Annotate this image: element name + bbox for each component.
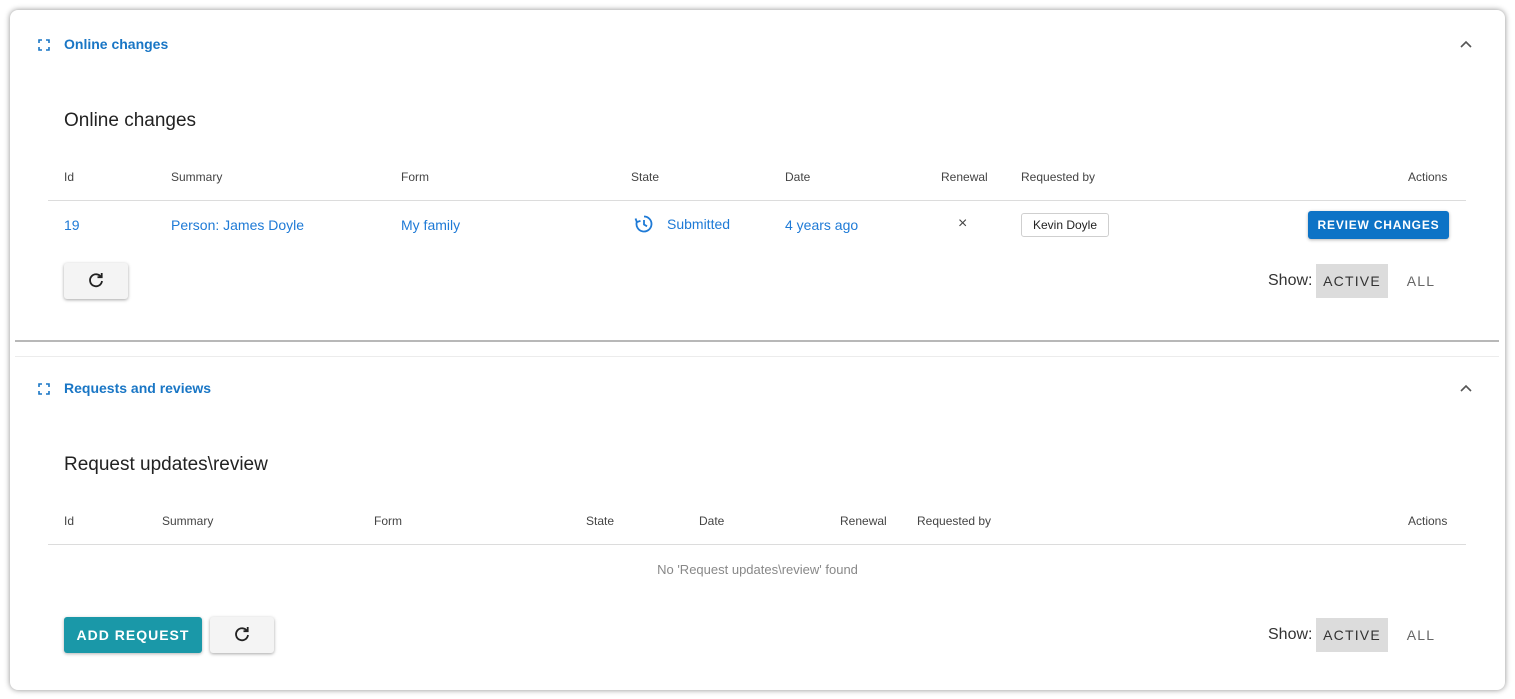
column-header-id[interactable]: Id	[64, 514, 74, 528]
column-header-actions: Actions	[1408, 514, 1448, 528]
column-header-state[interactable]: State	[586, 514, 614, 528]
column-header-summary[interactable]: Summary	[162, 514, 213, 528]
row-date-link[interactable]: 4 years ago	[785, 217, 858, 233]
column-header-date[interactable]: Date	[699, 514, 724, 528]
chevron-up-icon[interactable]	[1459, 39, 1473, 49]
filter-all-toggle[interactable]: ALL	[1385, 264, 1457, 298]
column-header-requested-by[interactable]: Requested by	[1021, 170, 1095, 184]
column-header-form[interactable]: Form	[401, 170, 429, 184]
column-header-actions: Actions	[1408, 170, 1448, 184]
refresh-button[interactable]	[64, 263, 128, 299]
column-header-requested-by[interactable]: Requested by	[917, 514, 991, 528]
refresh-icon	[235, 627, 249, 642]
column-header-renewal[interactable]: Renewal	[941, 170, 988, 184]
table-header-divider	[48, 544, 1466, 545]
clock-history-icon	[634, 215, 653, 233]
add-request-button[interactable]: ADD REQUEST	[64, 617, 202, 653]
column-header-id[interactable]: Id	[64, 170, 74, 184]
column-header-form[interactable]: Form	[374, 514, 402, 528]
row-form-link[interactable]: My family	[401, 217, 460, 233]
filter-all-toggle[interactable]: ALL	[1385, 618, 1457, 652]
table-title-online-changes: Online changes	[64, 110, 197, 131]
column-header-renewal[interactable]: Renewal	[840, 514, 887, 528]
refresh-icon	[89, 273, 103, 288]
table-title-requests: Request updates\review	[64, 454, 268, 475]
main-card: Online changes Online changes Id Summary…	[10, 10, 1505, 690]
expand-icon[interactable]	[38, 383, 50, 395]
requests-reviews-section: Requests and reviews Request updates\rev…	[10, 354, 1505, 690]
filter-active-toggle[interactable]: ACTIVE	[1316, 264, 1388, 298]
column-header-date[interactable]: Date	[785, 170, 810, 184]
requested-by-chip: Kevin Doyle	[1021, 213, 1109, 237]
chevron-up-icon[interactable]	[1459, 383, 1473, 393]
expand-icon[interactable]	[38, 39, 50, 51]
table-header-divider	[48, 200, 1466, 201]
refresh-button[interactable]	[210, 617, 274, 653]
show-filter-label: Show:	[1268, 272, 1313, 289]
row-id-link[interactable]: 19	[64, 217, 80, 233]
section-divider	[15, 340, 1499, 342]
empty-table-message: No 'Request updates\review' found	[657, 562, 858, 577]
online-changes-section: Online changes Online changes Id Summary…	[10, 10, 1505, 342]
review-changes-button[interactable]: REVIEW CHANGES	[1308, 211, 1449, 239]
row-state-link[interactable]: Submitted	[667, 216, 730, 232]
filter-active-toggle[interactable]: ACTIVE	[1316, 618, 1388, 652]
section-title-requests-reviews[interactable]: Requests and reviews	[64, 380, 211, 396]
show-filter-label: Show:	[1268, 626, 1313, 643]
section-title-online-changes[interactable]: Online changes	[64, 36, 168, 52]
column-header-summary[interactable]: Summary	[171, 170, 222, 184]
column-header-state[interactable]: State	[631, 170, 659, 184]
close-icon: ×	[958, 215, 968, 232]
row-summary-link[interactable]: Person: James Doyle	[171, 217, 304, 233]
